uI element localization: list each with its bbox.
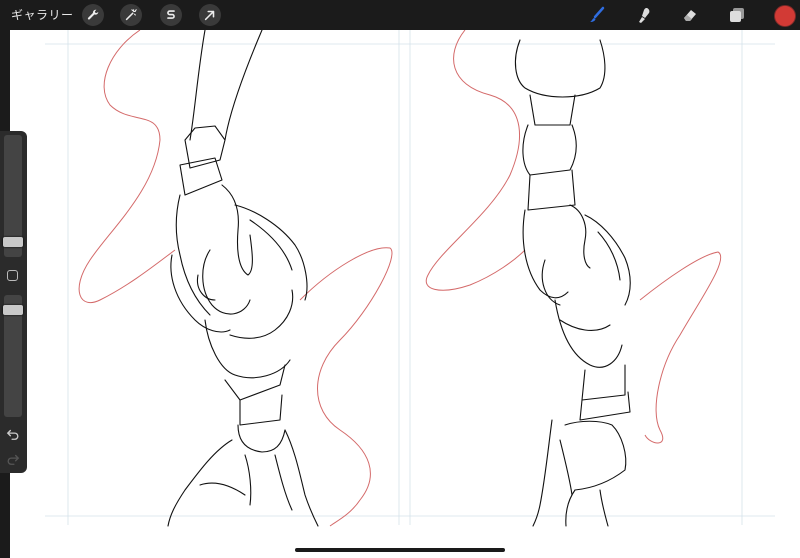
line-art [45,30,775,527]
home-indicator [295,548,505,552]
gallery-button[interactable]: ギャラリー [11,6,74,24]
opacity-thumb[interactable] [3,305,23,315]
eraser-icon[interactable] [678,4,702,26]
redo-icon[interactable] [5,451,21,467]
guide-lines [45,30,775,525]
drawing-canvas[interactable] [10,30,800,558]
color-picker-button[interactable] [774,5,796,27]
left-hands-drawing [167,30,319,527]
magic-wand-icon[interactable] [120,4,142,26]
brush-size-thumb[interactable] [3,237,23,247]
arrow-cursor-icon[interactable] [199,4,221,26]
layers-icon[interactable] [725,4,749,26]
brush-icon[interactable] [585,4,609,26]
selection-s-icon[interactable] [160,4,182,26]
smudge-icon[interactable] [632,4,656,26]
right-hands-drawing [514,39,631,527]
top-toolbar: ギャラリー [0,0,800,30]
wrench-icon[interactable] [82,4,104,26]
left-sidebar [0,131,27,473]
undo-icon[interactable] [5,426,21,442]
modify-button[interactable] [7,270,18,281]
